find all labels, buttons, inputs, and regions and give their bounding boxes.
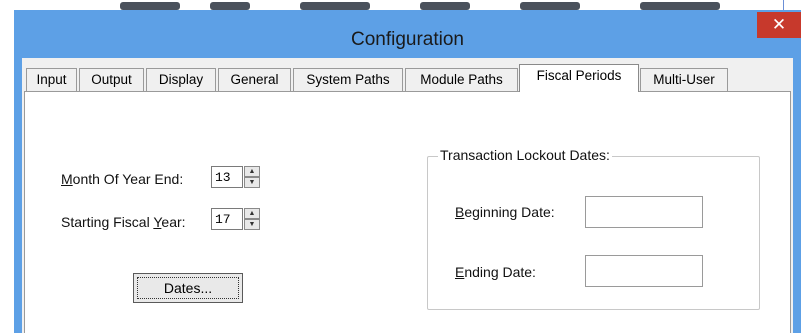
fiscal-periods-panel: Month Of Year End: 13 ▲ ▼ Starting Fisca… (24, 92, 791, 333)
tab-output[interactable]: Output (79, 68, 144, 91)
starting-fiscal-year-label: Starting Fiscal Year: (61, 214, 186, 230)
focus-rectangle (137, 277, 239, 299)
tab-display[interactable]: Display (146, 68, 216, 91)
spin-down-icon[interactable]: ▼ (244, 219, 260, 230)
desktop-shape (120, 2, 180, 10)
close-button[interactable]: ✕ (757, 12, 801, 38)
starting-fiscal-year-spinner[interactable]: ▲ ▼ (244, 208, 260, 230)
spin-down-icon[interactable]: ▼ (244, 177, 260, 188)
month-of-year-end-spinner[interactable]: ▲ ▼ (244, 166, 260, 188)
desktop-shape (640, 2, 720, 10)
ending-date-label: Ending Date: (455, 264, 536, 280)
tab-input[interactable]: Input (26, 68, 77, 91)
desktop-shape (520, 2, 580, 10)
tab-multi-user[interactable]: Multi-User (640, 68, 728, 91)
beginning-date-input[interactable] (585, 196, 703, 228)
dates-button[interactable]: Dates... (133, 273, 243, 303)
ending-date-input[interactable] (585, 255, 703, 287)
beginning-date-label: Beginning Date: (455, 204, 555, 220)
month-of-year-end-label: Month Of Year End: (61, 171, 184, 187)
close-icon: ✕ (771, 15, 787, 34)
tab-fiscal-periods[interactable]: Fiscal Periods (519, 64, 639, 92)
starting-fiscal-year-input[interactable]: 17 (211, 208, 243, 230)
spin-up-icon[interactable]: ▲ (244, 166, 260, 177)
month-of-year-end-input[interactable]: 13 (211, 166, 243, 188)
dialog-client-area: Input Output Display General System Path… (22, 58, 793, 333)
configuration-window: Configuration ✕ Input Output Display Gen… (14, 10, 801, 333)
spin-up-icon[interactable]: ▲ (244, 208, 260, 219)
desktop-shape (210, 2, 250, 10)
desktop-shape (300, 2, 370, 10)
transaction-lockout-title: Transaction Lockout Dates: (438, 147, 612, 163)
window-title: Configuration (350, 29, 465, 50)
desktop-shape (420, 2, 470, 10)
tab-general[interactable]: General (218, 68, 291, 91)
tab-module-paths[interactable]: Module Paths (405, 68, 518, 91)
title-bar[interactable]: Configuration ✕ (14, 10, 801, 58)
tab-system-paths[interactable]: System Paths (293, 68, 403, 91)
